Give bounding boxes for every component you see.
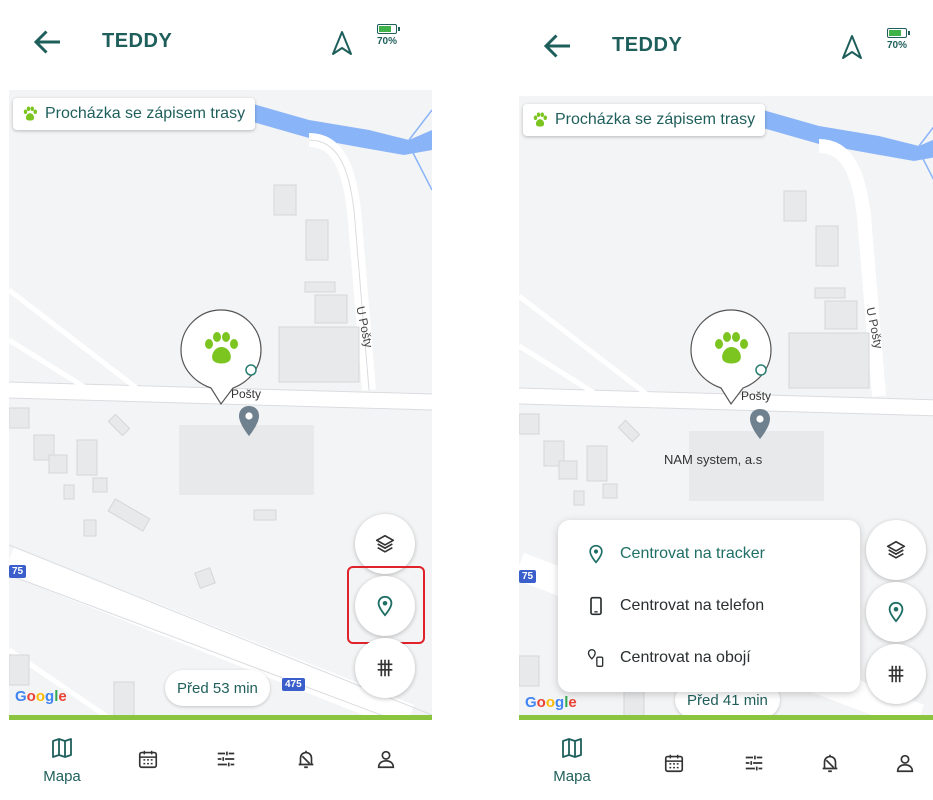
menu-item-center-phone[interactable]: Centrovat na telefon	[558, 580, 860, 632]
battery-icon	[377, 24, 400, 34]
battery-indicator: 70%	[880, 28, 914, 51]
map-view[interactable]: Procházka se zápisem trasy Pošty U Pošty…	[9, 90, 432, 718]
tracker-marker[interactable]	[689, 308, 773, 420]
paw-icon	[533, 112, 547, 127]
nav-item-settings[interactable]	[724, 752, 784, 774]
menu-item-center-tracker[interactable]: Centrovat na tracker	[558, 528, 860, 580]
map-layers-button[interactable]	[355, 514, 415, 574]
nav-label-map: Mapa	[553, 768, 591, 785]
battery-icon	[887, 28, 910, 38]
road-number-badge: 475	[282, 678, 305, 691]
page-title: TEDDY	[612, 34, 683, 56]
location-pin-icon	[888, 601, 904, 623]
sliders-icon	[217, 751, 235, 767]
pin-phone-icon	[587, 648, 604, 667]
last-update-label: Před 41 min	[687, 691, 768, 709]
battery-percent: 70%	[376, 36, 397, 47]
nav-item-profile[interactable]	[356, 748, 416, 770]
map-layers-button[interactable]	[866, 520, 926, 580]
center-options-menu: Centrovat na tracker Centrovat na telefo…	[558, 520, 860, 692]
calendar-icon	[138, 750, 158, 769]
menu-item-label: Centrovat na telefon	[620, 597, 765, 614]
phone-icon	[590, 596, 602, 616]
layers-icon	[375, 534, 395, 553]
poi-pin-icon[interactable]	[238, 405, 260, 437]
progress-line	[519, 715, 933, 720]
center-map-button[interactable]	[355, 576, 415, 636]
page-title: TEDDY	[102, 30, 173, 52]
nav-item-settings[interactable]	[196, 748, 256, 770]
google-logo: Google	[525, 694, 577, 711]
grid-overlay-button[interactable]	[355, 638, 415, 698]
alarm-icon	[822, 754, 838, 773]
nav-label-map: Mapa	[43, 768, 81, 785]
menu-item-label: Centrovat na tracker	[620, 545, 765, 562]
nav-item-map[interactable]: Mapa	[542, 736, 602, 785]
location-pin-icon	[589, 544, 603, 564]
nav-item-calendar[interactable]	[644, 752, 704, 774]
center-map-button[interactable]	[866, 582, 926, 642]
alarm-icon	[298, 750, 314, 769]
menu-item-center-both[interactable]: Centrovat na obojí	[558, 632, 860, 684]
nav-item-map[interactable]: Mapa	[32, 736, 92, 785]
top-bar: TEDDY 70%	[510, 0, 933, 90]
calendar-icon	[664, 754, 684, 773]
map-icon	[562, 738, 582, 758]
last-update-label: Před 53 min	[177, 679, 258, 697]
fence-grid-icon	[888, 665, 904, 683]
bottom-navigation: Mapa	[510, 722, 933, 800]
menu-item-label: Centrovat na obojí	[620, 649, 751, 666]
sliders-icon	[745, 755, 763, 771]
battery-percent: 70%	[886, 40, 907, 51]
bottom-navigation: Mapa	[0, 722, 441, 800]
back-arrow-icon[interactable]	[30, 24, 66, 60]
fence-grid-icon	[377, 659, 393, 677]
phone-screen-left: TEDDY 70% Procházka se zápisem trasy Poš…	[0, 0, 441, 800]
map-icon	[52, 738, 72, 758]
user-icon	[896, 754, 914, 773]
route-chip-label: Procházka se zápisem trasy	[45, 105, 246, 122]
paw-icon	[23, 106, 37, 121]
company-label: NAM system, a.s	[664, 452, 763, 467]
road-number-badge: 75	[519, 570, 537, 583]
progress-line	[9, 715, 432, 720]
tracker-marker[interactable]	[179, 308, 263, 420]
google-logo: Google	[15, 688, 67, 705]
grid-overlay-button[interactable]	[866, 644, 926, 704]
top-bar: TEDDY 70%	[0, 0, 441, 90]
phone-screen-right: TEDDY 70% Procházka se zápisem trasy Poš…	[510, 0, 933, 800]
nav-item-calendar[interactable]	[118, 748, 178, 770]
navigation-arrow-icon[interactable]	[840, 34, 864, 60]
user-icon	[377, 750, 395, 769]
poi-label: Pošty	[231, 387, 262, 401]
road-number-badge: 75	[9, 565, 27, 578]
map-view[interactable]: Procházka se zápisem trasy Pošty NAM sys…	[519, 96, 933, 718]
route-recording-chip[interactable]: Procházka se zápisem trasy	[13, 98, 256, 130]
route-recording-chip[interactable]: Procházka se zápisem trasy	[523, 104, 766, 136]
layers-icon	[886, 540, 906, 559]
poi-label: Pošty	[741, 389, 772, 403]
location-pin-icon	[377, 595, 393, 617]
last-update-chip: Před 53 min	[165, 670, 270, 706]
nav-item-profile[interactable]	[875, 752, 933, 774]
back-arrow-icon[interactable]	[540, 28, 576, 64]
battery-indicator: 70%	[370, 24, 404, 47]
poi-pin-icon[interactable]	[749, 408, 771, 440]
route-chip-label: Procházka se zápisem trasy	[555, 111, 756, 128]
nav-item-alerts[interactable]	[800, 752, 860, 774]
navigation-arrow-icon[interactable]	[330, 30, 354, 56]
nav-item-alerts[interactable]	[276, 748, 336, 770]
